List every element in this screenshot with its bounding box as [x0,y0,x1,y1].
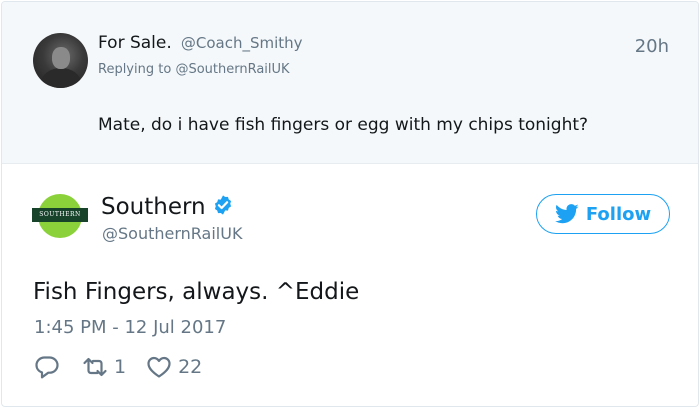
main-tweet-text: Fish Fingers, always. ^Eddie [33,279,360,305]
parent-name-row: For Sale. @Coach_Smithy [98,33,303,53]
main-timestamp[interactable]: 1:45 PM - 12 Jul 2017 [34,317,226,338]
avatar[interactable] [33,33,88,88]
replying-to-line: Replying to @SouthernRailUK [98,62,290,77]
parent-handle[interactable]: @Coach_Smithy [181,34,303,52]
reply-icon [35,356,59,379]
main-tweet: SOUTHERN Southern @SouthernRailUK Follow… [2,164,698,406]
like-action[interactable]: 22 [146,354,202,380]
like-count: 22 [178,356,203,378]
main-name-row: Southern [101,194,234,220]
follow-label: Follow [585,203,652,225]
twitter-bird-icon [554,204,579,224]
tweet-actions: 1 22 [34,354,222,380]
replying-to-mention[interactable]: @SouthernRailUK [175,62,289,77]
main-display-name[interactable]: Southern [101,194,206,220]
parent-tweet[interactable]: For Sale. @Coach_Smithy 20h Replying to … [2,2,698,164]
verified-badge-icon [214,195,231,215]
retweet-action[interactable]: 1 [82,354,126,380]
reply-action[interactable] [34,354,60,380]
retweet-icon [83,357,107,377]
avatar-face [52,47,70,69]
parent-timestamp[interactable]: 20h [635,36,669,57]
parent-display-name[interactable]: For Sale. [98,33,172,53]
replying-to-prefix: Replying to [98,62,172,77]
heart-icon [147,356,171,378]
main-handle[interactable]: @SouthernRailUK [102,224,242,243]
retweet-count: 1 [114,356,127,378]
follow-button[interactable]: Follow [536,194,670,234]
avatar-body [41,68,81,88]
southern-logo[interactable]: SOUTHERN [32,194,88,242]
tweet-embed: For Sale. @Coach_Smithy 20h Replying to … [1,1,699,407]
southern-logo-wordmark: SOUTHERN [32,208,88,222]
parent-tweet-text: Mate, do i have fish fingers or egg with… [98,115,589,135]
